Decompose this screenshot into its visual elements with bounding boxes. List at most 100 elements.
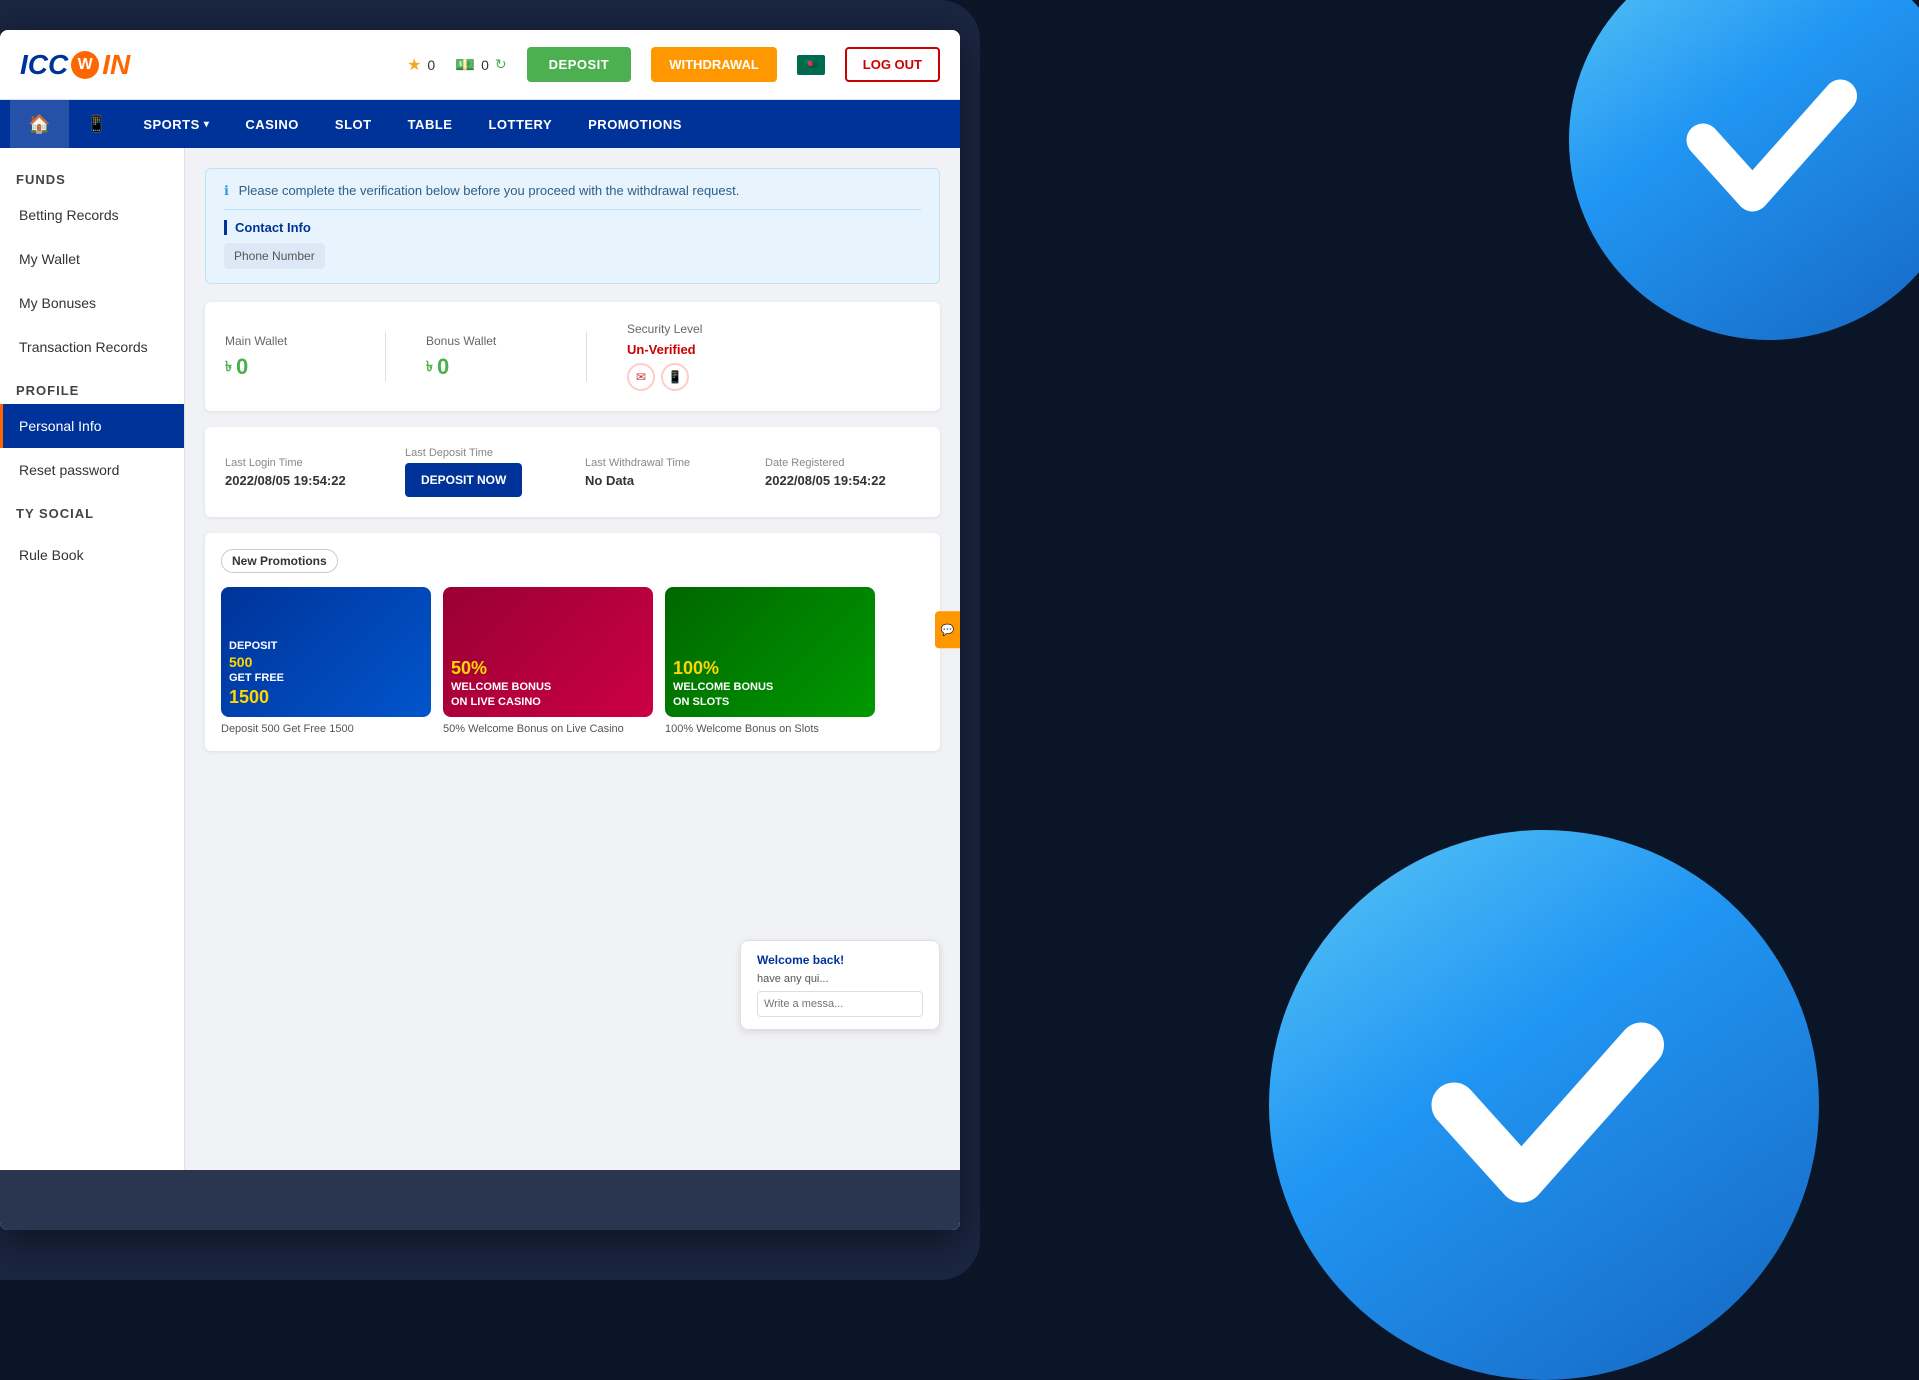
notice-box: ℹ Please complete the verification below… <box>205 168 940 284</box>
logo-icc-text: ICC <box>20 49 68 81</box>
phone-number-field[interactable]: Phone Number <box>224 243 325 269</box>
chat-bubble: Welcome back! have any qui... <box>740 940 940 1030</box>
last-login-value: 2022/08/05 19:54:22 <box>225 473 365 488</box>
promo-card-1-text: DEPOSIT 500 GET FREE 1500 <box>221 631 292 717</box>
flag-icon: 🇧🇩 <box>797 55 825 75</box>
promo-card-3[interactable]: 100% WELCOME BONUS ON SLOTS <box>665 587 875 717</box>
header: ICC W IN ★ 0 💵 0 ↻ DEPOSIT WITHDRAWAL 🇧🇩… <box>0 30 960 100</box>
promo-card-2[interactable]: 50% WELCOME BONUS ON LIVE CASINO <box>443 587 653 717</box>
star-icon: ★ <box>407 55 421 75</box>
contact-info-label: Contact Info <box>224 220 921 235</box>
promo-card-1[interactable]: DEPOSIT 500 GET FREE 1500 <box>221 587 431 717</box>
star-points-value: 0 <box>427 57 435 73</box>
promo-card-3-label: 100% Welcome Bonus on Slots <box>665 723 875 735</box>
star-points: ★ 0 <box>407 55 435 75</box>
nav-table[interactable]: TABLE <box>390 100 471 148</box>
bonus-wallet-value: ৳ 0 <box>426 354 546 380</box>
last-withdrawal-item: Last Withdrawal Time No Data <box>585 457 725 488</box>
last-login-label: Last Login Time <box>225 457 365 469</box>
bonus-wallet-item: Bonus Wallet ৳ 0 <box>426 334 546 380</box>
checkmark-circle-1 <box>1569 0 1919 340</box>
main-wallet-item: Main Wallet ৳ 0 <box>225 334 345 380</box>
security-icons: ✉ 📱 <box>627 363 747 391</box>
money-points-value: 0 <box>481 57 489 73</box>
security-status: Un-Verified <box>627 342 747 357</box>
contact-box: Contact Info Phone Number <box>224 209 921 269</box>
promo-cards: DEPOSIT 500 GET FREE 1500 Deposit 500 Ge… <box>221 587 924 735</box>
login-card: Last Login Time 2022/08/05 19:54:22 Last… <box>205 427 940 517</box>
promo-card-wrapper-3: 100% WELCOME BONUS ON SLOTS 100% Welcome… <box>665 587 875 735</box>
taka-symbol-bonus: ৳ <box>426 355 433 379</box>
notice-message: Please complete the verification below b… <box>239 183 740 198</box>
sidebar-item-personal-info[interactable]: Personal Info <box>0 404 184 448</box>
promo-card-3-text: 100% WELCOME BONUS ON SLOTS <box>665 649 781 717</box>
support-button[interactable]: 💬 <box>935 611 960 648</box>
wallet-divider-2 <box>586 332 587 382</box>
deposit-now-button[interactable]: DEPOSIT NOW <box>405 463 522 497</box>
wallet-divider-1 <box>385 332 386 382</box>
money-icon: 💵 <box>455 55 475 75</box>
withdrawal-button[interactable]: WITHDRAWAL <box>651 47 777 82</box>
new-promotions-badge[interactable]: New Promotions <box>221 549 338 573</box>
email-verify-icon[interactable]: ✉ <box>627 363 655 391</box>
sidebar-item-my-wallet[interactable]: My Wallet <box>0 237 184 281</box>
promo-card-wrapper-1: DEPOSIT 500 GET FREE 1500 Deposit 500 Ge… <box>221 587 431 735</box>
sidebar: FUNDS Betting Records My Wallet My Bonus… <box>0 148 185 1230</box>
chat-input[interactable] <box>757 991 923 1017</box>
main-content: ℹ Please complete the verification below… <box>185 148 960 1230</box>
chat-title: Welcome back! <box>757 953 923 967</box>
promo-card-2-label: 50% Welcome Bonus on Live Casino <box>443 723 653 735</box>
main-layout: FUNDS Betting Records My Wallet My Bonus… <box>0 148 960 1230</box>
logout-button[interactable]: LOG OUT <box>845 47 940 82</box>
money-points: 💵 0 ↻ <box>455 55 506 75</box>
wallet-card: Main Wallet ৳ 0 Bonus Wallet ৳ 0 <box>205 302 940 411</box>
sidebar-item-my-bonuses[interactable]: My Bonuses <box>0 281 184 325</box>
logo-circle: W <box>71 51 99 79</box>
last-deposit-label: Last Deposit Time <box>405 447 545 459</box>
logo-win-text: IN <box>102 49 130 81</box>
deposit-button[interactable]: DEPOSIT <box>527 47 632 82</box>
promo-card-wrapper-2: 50% WELCOME BONUS ON LIVE CASINO 50% Wel… <box>443 587 653 735</box>
checkmark-circle-2 <box>1269 830 1819 1380</box>
nav-home[interactable]: 🏠 <box>10 100 69 148</box>
phone-verify-icon[interactable]: 📱 <box>661 363 689 391</box>
funds-section-title: FUNDS <box>0 158 184 193</box>
last-withdrawal-value: No Data <box>585 473 725 488</box>
sidebar-item-transaction-records[interactable]: Transaction Records <box>0 325 184 369</box>
sidebar-item-betting-records[interactable]: Betting Records <box>0 193 184 237</box>
promo-card-1-label: Deposit 500 Get Free 1500 <box>221 723 431 735</box>
profile-section-title: PROFILE <box>0 369 184 404</box>
nav-sports[interactable]: SPORTS ▾ <box>125 100 227 148</box>
security-level-item: Security Level Un-Verified ✉ 📱 <box>627 322 747 391</box>
promotions-section: New Promotions DEPOSIT 500 GET FREE 1500 <box>205 533 940 751</box>
info-icon: ℹ <box>224 183 229 198</box>
taka-symbol-main: ৳ <box>225 355 232 379</box>
checkmark-svg-1 <box>1659 30 1879 250</box>
nav-lottery[interactable]: LOTTERY <box>470 100 570 148</box>
checkmark-svg-2 <box>1394 955 1694 1255</box>
nav-mobile[interactable]: 📱 <box>69 100 125 148</box>
security-level-label: Security Level <box>627 322 747 336</box>
promo-card-2-text: 50% WELCOME BONUS ON LIVE CASINO <box>443 649 559 717</box>
main-wallet-label: Main Wallet <box>225 334 345 348</box>
last-withdrawal-label: Last Withdrawal Time <box>585 457 725 469</box>
sidebar-item-reset-password[interactable]: Reset password <box>0 448 184 492</box>
nav-promotions[interactable]: PROMOTIONS <box>570 100 700 148</box>
refresh-icon[interactable]: ↻ <box>495 56 507 73</box>
sports-chevron: ▾ <box>204 119 210 130</box>
bonus-wallet-label: Bonus Wallet <box>426 334 546 348</box>
navbar: 🏠 📱 SPORTS ▾ CASINO SLOT TABLE LOTTERY P… <box>0 100 960 148</box>
nav-slot[interactable]: SLOT <box>317 100 390 148</box>
logo[interactable]: ICC W IN <box>20 49 130 81</box>
ty-social-title: TY SOCIAL <box>16 506 168 527</box>
keyboard-area <box>0 1170 960 1230</box>
sidebar-item-rule-book[interactable]: Rule Book <box>0 533 184 577</box>
date-registered-label: Date Registered <box>765 457 905 469</box>
date-registered-item: Date Registered 2022/08/05 19:54:22 <box>765 457 905 488</box>
promotions-header: New Promotions <box>221 549 924 573</box>
last-deposit-item: Last Deposit Time DEPOSIT NOW <box>405 447 545 497</box>
main-wallet-value: ৳ 0 <box>225 354 345 380</box>
nav-casino[interactable]: CASINO <box>227 100 317 148</box>
chat-subtitle: have any qui... <box>757 973 923 985</box>
ty-social-section: TY SOCIAL <box>0 492 184 533</box>
